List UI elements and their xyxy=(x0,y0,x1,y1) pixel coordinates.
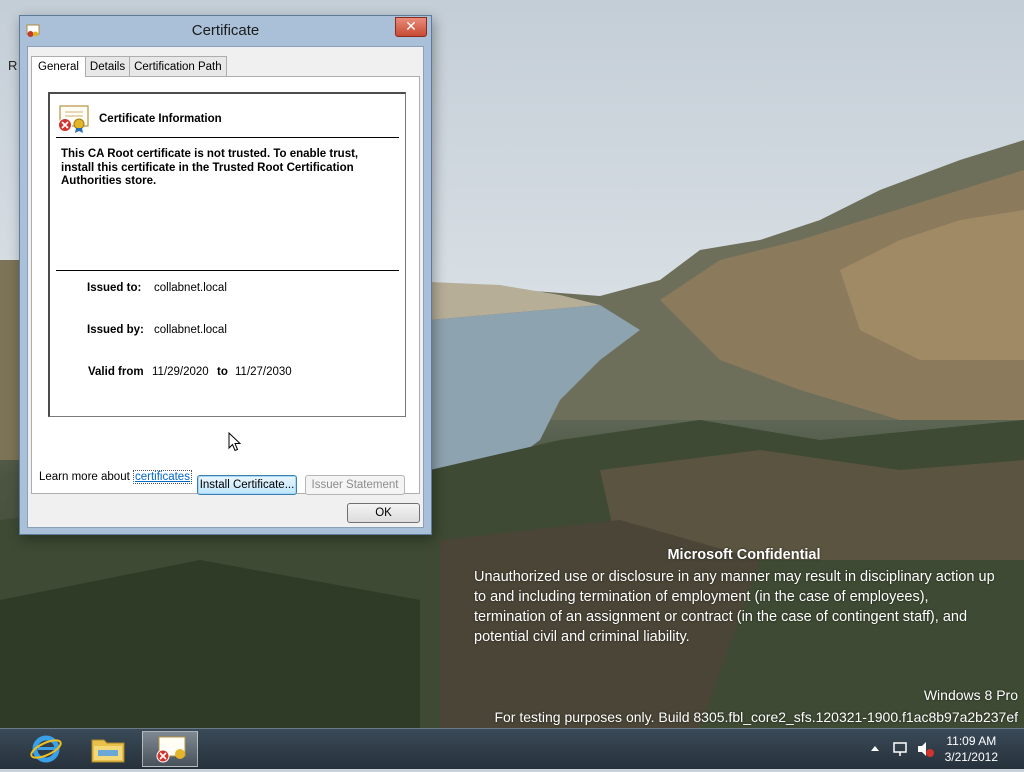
close-button[interactable]: ✕ xyxy=(395,17,427,37)
clock-date: 3/21/2012 xyxy=(944,750,998,764)
tab-strip: General Details Certification Path xyxy=(31,55,227,77)
install-certificate-button[interactable]: Install Certificate... xyxy=(197,475,297,495)
trust-warning-text: This CA Root certificate is not trusted.… xyxy=(61,148,359,187)
confidential-line-3: termination of an assignment or contract… xyxy=(474,609,968,625)
os-name: Windows 8 Pro xyxy=(923,687,1018,703)
valid-to-label: to xyxy=(217,366,228,378)
confidential-title: Microsoft Confidential xyxy=(667,547,821,563)
desktop-stray-text: R xyxy=(8,58,18,73)
taskbar-file-explorer[interactable] xyxy=(80,731,136,767)
show-hidden-icons-icon xyxy=(871,746,879,751)
dialog-titlebar[interactable]: Certificate ✕ xyxy=(20,16,431,47)
clock-time: 11:09 AM xyxy=(946,734,997,748)
tab-certification-path[interactable]: Certification Path xyxy=(129,56,227,77)
build-watermark: Windows 8 Pro For testing purposes only.… xyxy=(494,684,1018,728)
learn-more-text: Learn more about certificates xyxy=(39,470,192,484)
system-clock[interactable]: 11:09 AM 3/21/2012 xyxy=(945,733,998,765)
tab-details[interactable]: Details xyxy=(84,56,131,77)
confidential-notice: Microsoft Confidential Unauthorized use … xyxy=(474,545,1014,647)
certificate-dialog: Certificate ✕ General Details Certificat… xyxy=(19,15,432,535)
certificate-info-heading: Certificate Information xyxy=(99,113,222,125)
network-icon xyxy=(893,742,907,753)
valid-from-value: 11/29/2020 xyxy=(152,366,209,378)
confidential-line-1: Unauthorized use or disclosure in any ma… xyxy=(474,569,995,585)
folder-icon xyxy=(91,739,125,763)
divider xyxy=(56,137,399,138)
confidential-line-2: to and including termination of employme… xyxy=(474,589,929,605)
tab-general[interactable]: General xyxy=(31,56,86,77)
system-tray xyxy=(871,742,934,757)
issued-to-value: collabnet.local xyxy=(154,282,227,294)
general-tab-panel: Certificate Information This CA Root cer… xyxy=(31,76,420,495)
valid-to-value: 11/27/2030 xyxy=(235,366,292,378)
dialog-client-area: General Details Certification Path Certi… xyxy=(27,46,424,528)
ok-button[interactable]: OK xyxy=(347,503,420,523)
certificate-information-box: Certificate Information This CA Root cer… xyxy=(48,92,406,417)
valid-from-label: Valid from xyxy=(88,366,144,378)
volume-muted-icon xyxy=(918,742,926,756)
mouse-cursor-icon xyxy=(228,432,242,452)
confidential-line-4: potential civil and criminal liability. xyxy=(474,629,690,645)
taskbar-certificate[interactable] xyxy=(142,731,198,767)
issued-by-label: Issued by: xyxy=(87,324,144,336)
untrusted-certificate-icon xyxy=(58,105,89,133)
taskbar: 11:09 AM 3/21/2012 xyxy=(0,728,1024,769)
certificate-icon xyxy=(156,736,186,763)
issued-to-label: Issued to: xyxy=(87,282,142,294)
issued-by-value: collabnet.local xyxy=(154,324,227,336)
dialog-title: Certificate xyxy=(191,22,260,39)
taskbar-internet-explorer[interactable] xyxy=(18,731,74,767)
build-string: For testing purposes only. Build 8305.fb… xyxy=(494,709,1018,725)
certificates-link[interactable]: certificates xyxy=(132,470,192,484)
issuer-statement-button[interactable]: Issuer Statement xyxy=(305,475,405,495)
internet-explorer-icon xyxy=(30,735,62,763)
close-icon: ✕ xyxy=(405,19,417,35)
learn-more-prefix: Learn more about xyxy=(39,471,133,483)
divider xyxy=(56,270,399,271)
